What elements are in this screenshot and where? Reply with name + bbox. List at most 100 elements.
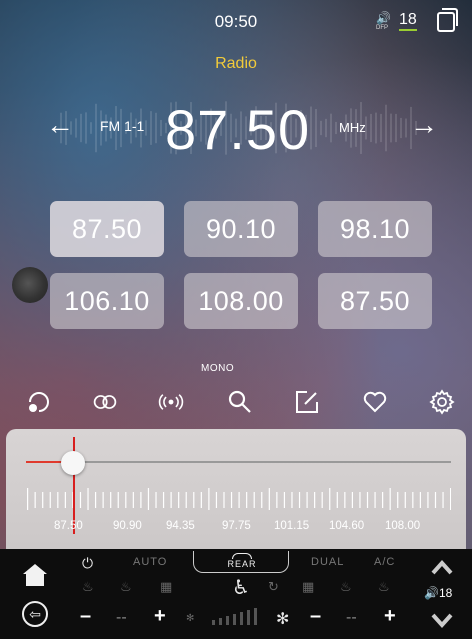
page-title: Radio [215, 55, 257, 72]
settings-icon[interactable] [428, 388, 456, 416]
back-icon[interactable]: ⇦ [22, 601, 48, 627]
tuner-tick [140, 492, 142, 508]
seek-prev-icon[interactable]: ← [46, 109, 74, 141]
tuner-tick [208, 488, 210, 510]
tuner-tick [329, 488, 331, 510]
volume-up-icon[interactable] [430, 557, 454, 577]
tuner-tick [238, 492, 240, 508]
tuner-tick [442, 492, 444, 508]
spectrum-bar [155, 112, 157, 144]
seat-heat-right-icon[interactable]: ♨ [340, 579, 352, 595]
preset-2[interactable]: 90.10 [184, 201, 298, 257]
current-frequency: 87.50 [165, 98, 311, 161]
scale-label: 101.15 [274, 520, 310, 532]
frequency-unit: MHz [339, 120, 366, 135]
ac-button[interactable]: A/C [374, 556, 395, 568]
seat-cool-right-icon[interactable]: ♨ [378, 579, 390, 595]
radio-screen: 09:50 🔊 DFP 18 Radio ← FM 1-1 87.50 MHz … [0, 0, 472, 639]
tuner-tick [49, 492, 51, 508]
power-icon[interactable]: ⏻ [82, 555, 93, 572]
tuner-tick [366, 492, 369, 508]
temp-left-value: -- [116, 609, 127, 626]
rear-button[interactable]: REAR [193, 551, 289, 573]
spectrum-bar [75, 118, 77, 138]
fan-speed-bars[interactable] [212, 607, 264, 625]
scan-icon[interactable] [25, 388, 53, 416]
tuner-tick [419, 492, 421, 508]
mono-label: MONO [201, 363, 235, 374]
spectrum-bar [380, 113, 382, 143]
climate-bar: ⇦ ⏻ AUTO REAR DUAL A/C ♨ ♨ ▦ ♿ ↻ ▦ ♨ ♨ –… [0, 549, 472, 639]
tuner-tick [321, 492, 323, 508]
dual-button[interactable]: DUAL [311, 556, 344, 568]
side-knob[interactable] [12, 267, 48, 303]
stereo-icon[interactable] [91, 388, 119, 416]
preset-6[interactable]: 87.50 [318, 273, 432, 329]
tuner-tick [102, 492, 104, 508]
tuner-tick [276, 492, 278, 508]
preset-4[interactable]: 106.10 [50, 273, 164, 329]
seat-heat-left-icon[interactable]: ♨ [82, 579, 94, 595]
tuner-tick [359, 492, 361, 508]
favorite-icon[interactable] [361, 388, 389, 416]
rear-window-heat-icon[interactable]: ▦ [302, 579, 314, 595]
tuner-tick [57, 492, 59, 508]
search-icon[interactable] [226, 388, 254, 416]
temp-right-down-button[interactable]: – [310, 605, 321, 628]
temp-right-up-button[interactable]: + [384, 605, 396, 628]
tuner-panel: 87.50 90.90 94.35 97.75 101.15 104.60 10… [6, 429, 466, 549]
tuner-tick [200, 492, 202, 508]
auto-button[interactable]: AUTO [133, 556, 167, 568]
frequency-row: ← FM 1-1 87.50 MHz → [0, 95, 472, 165]
spectrum-bar [385, 104, 387, 152]
scale-label: 104.60 [329, 520, 365, 532]
recirculation-icon[interactable]: ↻ [268, 579, 279, 595]
tuner-tick [306, 492, 308, 508]
tuner-track[interactable] [26, 461, 451, 463]
tuner-tick [34, 492, 36, 508]
fan-small-icon: ✻ [186, 613, 195, 624]
scale-label: 90.90 [113, 520, 142, 532]
seat-cool-left-icon[interactable]: ♨ [120, 579, 132, 595]
tuner-tick [230, 492, 233, 508]
recent-apps-icon[interactable] [437, 8, 458, 32]
spectrum-bar [400, 117, 402, 139]
tuner-tick [291, 492, 293, 508]
tuner-tick [374, 492, 376, 508]
preset-1[interactable]: 87.50 [50, 201, 164, 257]
temp-left-down-button[interactable]: – [80, 605, 91, 628]
edit-icon[interactable] [293, 388, 321, 416]
tuner-slider-thumb[interactable] [61, 451, 85, 475]
temp-left-up-button[interactable]: + [154, 605, 166, 628]
spectrum-bar [145, 120, 147, 136]
home-icon[interactable] [22, 563, 48, 587]
band-label[interactable]: FM 1-1 [100, 118, 144, 134]
volume-value: 18 [438, 586, 453, 600]
spectrum-bar [320, 120, 322, 136]
airflow-mode-icon[interactable]: ♿ [232, 575, 250, 600]
tuner-tick [193, 492, 195, 508]
volume-status[interactable]: 🔊 DFP 18 [376, 12, 417, 31]
broadcast-icon[interactable] [157, 388, 185, 416]
spectrum-bar [335, 121, 337, 135]
tuner-tick [298, 492, 301, 508]
tuner-tick [351, 492, 354, 508]
tuner-tick [283, 492, 286, 508]
spectrum-bar [405, 118, 407, 138]
spectrum-bar [85, 112, 87, 144]
tuner-tick [87, 488, 89, 510]
volume-level: 18 [398, 12, 417, 31]
preset-5[interactable]: 108.00 [184, 273, 298, 329]
volume-down-icon[interactable] [430, 611, 454, 631]
scale-label: 94.35 [166, 520, 195, 532]
spectrum-bar [90, 122, 92, 134]
preset-3[interactable]: 98.10 [318, 201, 432, 257]
spectrum-bar [80, 113, 82, 143]
tuner-tick [246, 492, 248, 508]
tuner-tick [382, 492, 384, 508]
tuner-tick [147, 488, 150, 510]
seek-next-icon[interactable]: → [410, 109, 438, 141]
tuner-tick [64, 492, 66, 508]
tuner-tick [117, 492, 119, 508]
front-defrost-icon[interactable]: ▦ [160, 579, 172, 595]
